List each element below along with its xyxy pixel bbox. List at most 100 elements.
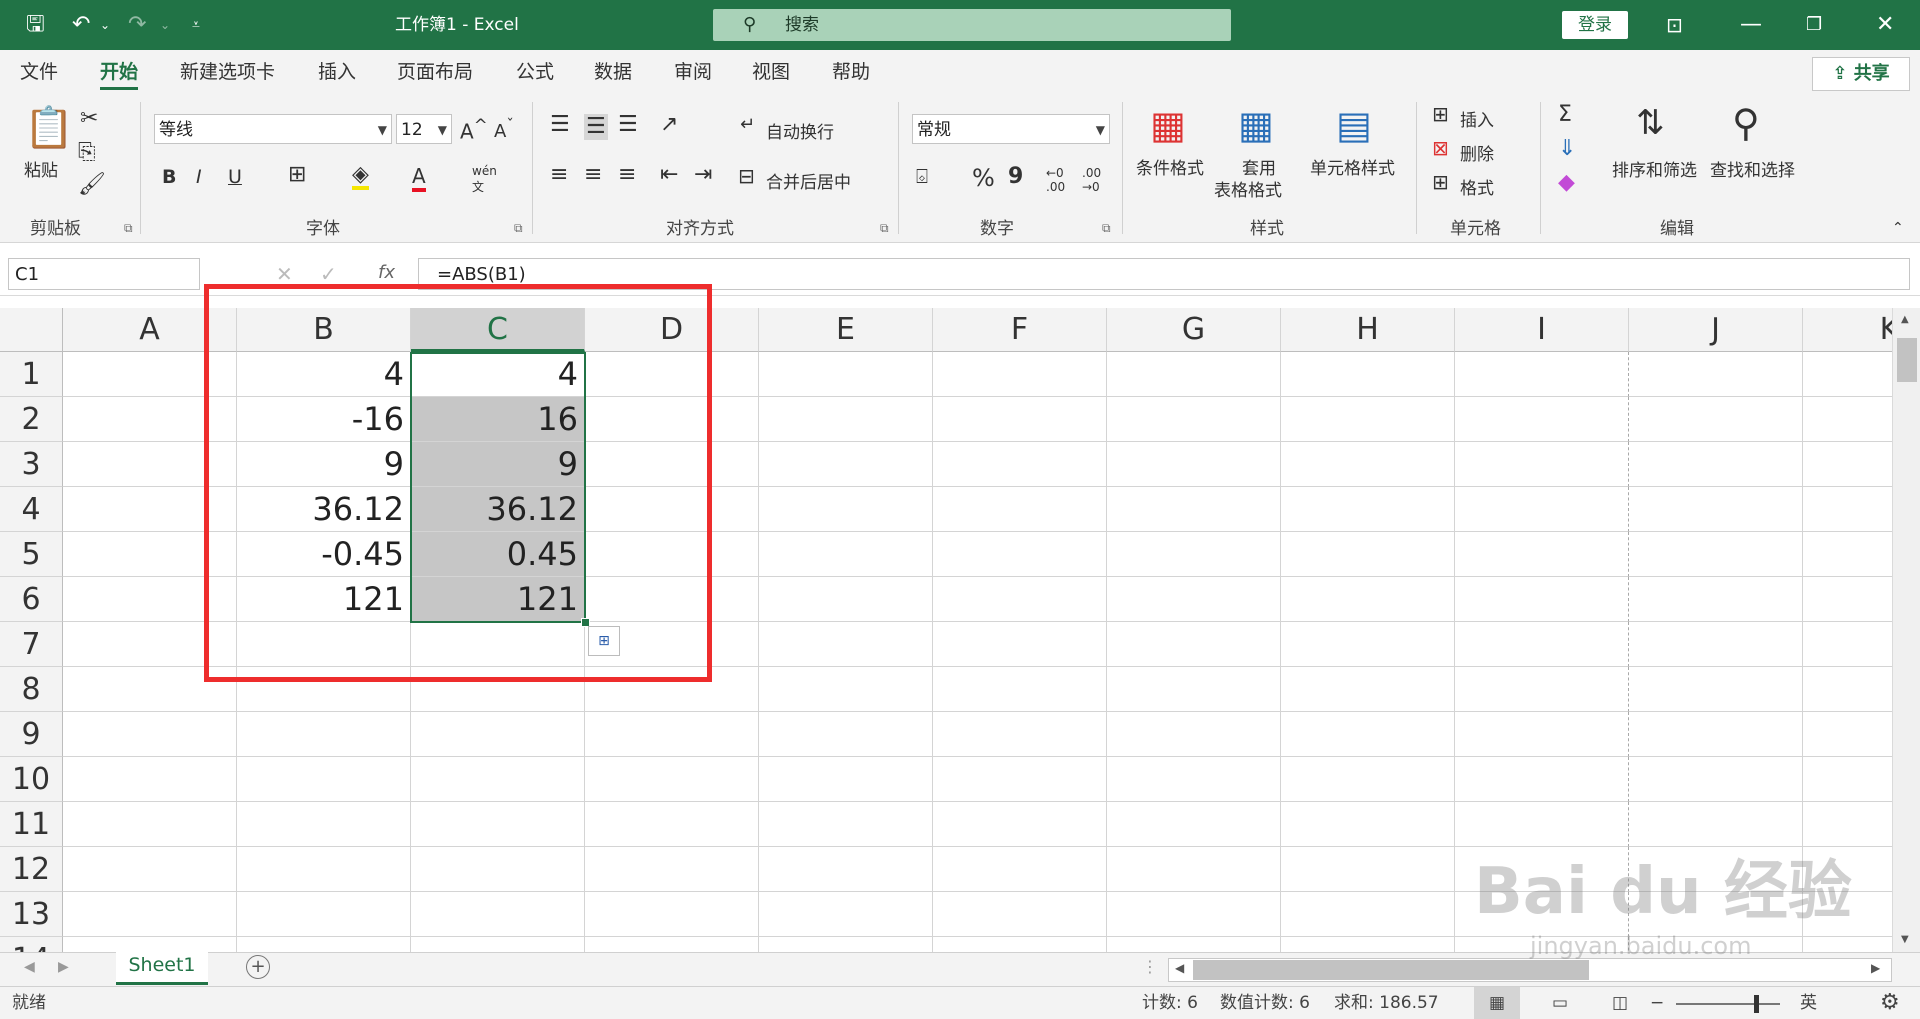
cell-b9[interactable] — [237, 712, 411, 757]
cell-g8[interactable] — [1107, 667, 1281, 712]
cell-i8[interactable] — [1455, 667, 1629, 712]
row-header-14[interactable]: 14 — [0, 937, 63, 952]
cell-c11[interactable] — [411, 802, 585, 847]
cell-g11[interactable] — [1107, 802, 1281, 847]
tab-formulas[interactable]: 公式 — [516, 50, 554, 94]
cell-h11[interactable] — [1281, 802, 1455, 847]
enter-formula-icon[interactable]: ✓ — [320, 262, 337, 286]
cell-f10[interactable] — [933, 757, 1107, 802]
format-cells-button[interactable]: 格式 — [1460, 174, 1494, 199]
column-header-h[interactable]: H — [1281, 308, 1455, 352]
cell-e11[interactable] — [759, 802, 933, 847]
scroll-down-icon[interactable]: ▼ — [1901, 934, 1909, 945]
cell-j2[interactable] — [1629, 397, 1803, 442]
sheet-tab-sheet1[interactable]: Sheet1 — [116, 948, 208, 985]
cell-i3[interactable] — [1455, 442, 1629, 487]
cell-i7[interactable] — [1455, 622, 1629, 667]
tab-split-handle[interactable]: ⋮ — [1142, 957, 1158, 976]
cell-c13[interactable] — [411, 892, 585, 937]
cell-k6[interactable] — [1803, 577, 1892, 622]
row-header-2[interactable]: 2 — [0, 397, 63, 442]
merge-center-button[interactable]: 合并后居中 — [766, 168, 851, 193]
cell-k14[interactable] — [1803, 937, 1892, 952]
underline-button[interactable]: U — [228, 166, 242, 188]
horizontal-scrollbar[interactable]: ◀ ▶ — [1168, 958, 1892, 982]
zoom-slider[interactable] — [1676, 1003, 1780, 1005]
italic-button[interactable]: I — [196, 166, 202, 188]
fill-color-icon[interactable]: ◈ — [352, 164, 369, 190]
comma-button[interactable]: 9 — [1008, 164, 1023, 189]
alignment-launcher-icon[interactable]: ⧉ — [880, 221, 889, 236]
scroll-up-icon[interactable]: ▲ — [1901, 314, 1909, 325]
horizontal-scroll-thumb[interactable] — [1193, 960, 1589, 980]
row-header-10[interactable]: 10 — [0, 757, 63, 802]
accounting-icon[interactable]: ⌺ — [916, 166, 928, 186]
page-layout-view-icon[interactable]: ▭ — [1540, 987, 1580, 1019]
redo-icon[interactable]: ↷ — [128, 0, 146, 50]
cell-f4[interactable] — [933, 487, 1107, 532]
cell-i4[interactable] — [1455, 487, 1629, 532]
cell-a13[interactable] — [63, 892, 237, 937]
cell-h1[interactable] — [1281, 352, 1455, 397]
cell-a11[interactable] — [63, 802, 237, 847]
cell-d14[interactable] — [585, 937, 759, 952]
minimize-icon[interactable]: — — [1740, 0, 1762, 50]
undo-dropdown-icon[interactable]: ⌄ — [100, 0, 110, 50]
row-header-3[interactable]: 3 — [0, 442, 63, 487]
align-bottom-icon[interactable]: ☰ — [618, 114, 638, 136]
cell-i9[interactable] — [1455, 712, 1629, 757]
quick-analysis-icon[interactable]: ⊞ — [588, 626, 620, 656]
cell-f13[interactable] — [933, 892, 1107, 937]
tab-new[interactable]: 新建选项卡 — [180, 50, 275, 94]
delete-cells-button[interactable]: 删除 — [1460, 140, 1494, 165]
row-header-5[interactable]: 5 — [0, 532, 63, 577]
cell-j3[interactable] — [1629, 442, 1803, 487]
cell-styles-icon[interactable]: ▤ — [1336, 106, 1372, 144]
row-header-12[interactable]: 12 — [0, 847, 63, 892]
increase-font-icon[interactable]: A^ — [460, 116, 488, 144]
align-middle-icon[interactable]: ☰ — [584, 114, 608, 140]
column-header-g[interactable]: G — [1107, 308, 1281, 352]
cell-g9[interactable] — [1107, 712, 1281, 757]
cell-e3[interactable] — [759, 442, 933, 487]
ime-indicator[interactable]: 英 — [1800, 987, 1817, 1019]
cell-e8[interactable] — [759, 667, 933, 712]
cell-k1[interactable] — [1803, 352, 1892, 397]
cell-b12[interactable] — [237, 847, 411, 892]
increase-decimal-icon[interactable]: ←0.00 — [1046, 166, 1065, 194]
cell-e5[interactable] — [759, 532, 933, 577]
cut-icon[interactable]: ✂ — [80, 108, 98, 130]
cell-e4[interactable] — [759, 487, 933, 532]
cell-k7[interactable] — [1803, 622, 1892, 667]
select-all-corner[interactable] — [0, 308, 63, 352]
row-header-8[interactable]: 8 — [0, 667, 63, 712]
cell-f6[interactable] — [933, 577, 1107, 622]
cancel-formula-icon[interactable]: ✕ — [276, 262, 293, 286]
collapse-ribbon-icon[interactable]: ⌃ — [1892, 220, 1904, 236]
cell-b11[interactable] — [237, 802, 411, 847]
cell-a10[interactable] — [63, 757, 237, 802]
format-table-label-2[interactable]: 表格格式 — [1214, 176, 1282, 201]
ribbon-display-icon[interactable]: ⊡ — [1666, 0, 1683, 50]
vertical-scroll-thumb[interactable] — [1897, 338, 1917, 382]
cell-b14[interactable] — [237, 937, 411, 952]
restore-icon[interactable]: ❐ — [1806, 0, 1822, 50]
normal-view-icon[interactable]: ▦ — [1474, 987, 1520, 1019]
prev-sheet-icon[interactable]: ◀ — [24, 959, 35, 975]
cell-i5[interactable] — [1455, 532, 1629, 577]
insert-cells-button[interactable]: 插入 — [1460, 106, 1494, 131]
cell-d10[interactable] — [585, 757, 759, 802]
align-center-icon[interactable]: ≡ — [584, 164, 602, 186]
cell-h6[interactable] — [1281, 577, 1455, 622]
cell-a9[interactable] — [63, 712, 237, 757]
cell-f14[interactable] — [933, 937, 1107, 952]
merge-icon[interactable]: ⊟ — [738, 166, 755, 186]
format-painter-icon[interactable]: 🖌 — [78, 174, 106, 196]
tab-help[interactable]: 帮助 — [832, 50, 870, 94]
cell-c9[interactable] — [411, 712, 585, 757]
cell-g5[interactable] — [1107, 532, 1281, 577]
share-button[interactable]: ⇪ 共享 — [1812, 57, 1910, 91]
font-launcher-icon[interactable]: ⧉ — [514, 221, 523, 236]
cell-d9[interactable] — [585, 712, 759, 757]
cell-h8[interactable] — [1281, 667, 1455, 712]
